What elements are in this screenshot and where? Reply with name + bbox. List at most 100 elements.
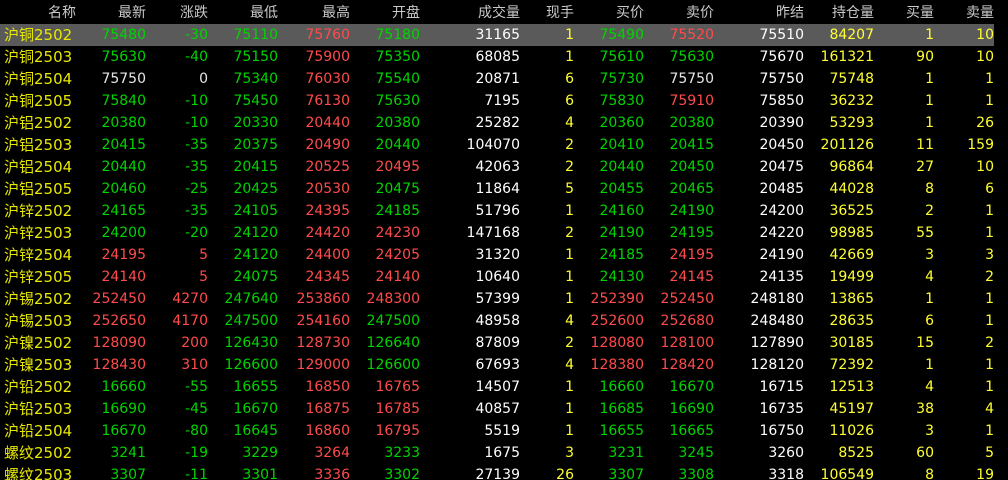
col-header-change[interactable]: 涨跌 — [150, 0, 208, 24]
table-body: 沪铜2502 75480 -30 75110 75760 75180 31165 1 75490… — [0, 24, 1008, 480]
col-header-high[interactable]: 最高 — [278, 0, 350, 24]
high-cell: 24345 — [305, 269, 350, 285]
change-cell: -11 — [185, 467, 208, 480]
open-cell: 16795 — [375, 423, 420, 439]
col-header-low[interactable]: 最低 — [210, 0, 278, 24]
table-row[interactable]: 沪铝2502 20380 -10 20330 20440 20380 25282 4 20360… — [0, 112, 1008, 134]
open-cell: 3233 — [384, 445, 420, 461]
table-row[interactable]: 沪铝2504 20440 -35 20415 20525 20495 42063 2 20440… — [0, 156, 1008, 178]
table-row[interactable]: 螺纹2503 3307 -11 3301 3336 3302 27139 26 3307 3308… — [0, 464, 1008, 480]
volume-cell: 14507 — [475, 379, 520, 395]
open-interest-cell: 201126 — [820, 137, 874, 153]
ask-qty-cell: 10 — [976, 49, 994, 65]
current-lot-cell: 1 — [565, 379, 574, 395]
open-cell: 24185 — [375, 203, 420, 219]
col-header-bid[interactable]: 买价 — [576, 0, 644, 24]
table-row[interactable]: 沪锌2502 24165 -35 24105 24395 24185 51796 1 24160… — [0, 200, 1008, 222]
change-cell: 4170 — [172, 313, 208, 329]
open-cell: 248300 — [366, 291, 420, 307]
ask-cell: 24190 — [669, 203, 714, 219]
ask-qty-cell: 1 — [985, 423, 994, 439]
current-lot-cell: 1 — [565, 423, 574, 439]
col-header-current-lot[interactable]: 现手 — [522, 0, 574, 24]
col-header-open-interest[interactable]: 持仓量 — [804, 0, 874, 24]
ask-qty-cell: 1 — [985, 225, 994, 241]
table-row[interactable]: 沪铅2502 16660 -55 16655 16850 16765 14507 1 16660… — [0, 376, 1008, 398]
current-lot-cell: 1 — [565, 247, 574, 263]
open-cell: 75180 — [375, 27, 420, 43]
high-cell: 75760 — [305, 27, 350, 43]
table-row[interactable]: 沪铝2505 20460 -25 20425 20530 20475 11864 5 20455… — [0, 178, 1008, 200]
prev-settle-cell: 127890 — [750, 335, 804, 351]
high-cell: 76130 — [305, 93, 350, 109]
high-cell: 128730 — [296, 335, 350, 351]
bid-qty-cell: 3 — [925, 423, 934, 439]
table-row[interactable]: 沪铅2504 16670 -80 16645 16860 16795 5519 1 16655 1… — [0, 420, 1008, 442]
prev-settle-cell: 128120 — [750, 357, 804, 373]
bid-qty-cell: 6 — [925, 313, 934, 329]
col-header-volume[interactable]: 成交量 — [420, 0, 520, 24]
ask-cell: 3245 — [678, 445, 714, 461]
open-cell: 20440 — [375, 137, 420, 153]
ask-qty-cell: 3 — [985, 247, 994, 263]
high-cell: 24400 — [305, 247, 350, 263]
table-row[interactable]: 沪镍2503 128430 310 126600 129000 126600 67693 4 1… — [0, 354, 1008, 376]
open-interest-cell: 44028 — [829, 181, 874, 197]
high-cell: 3336 — [314, 467, 350, 480]
col-header-last[interactable]: 最新 — [70, 0, 146, 24]
open-interest-cell: 28635 — [829, 313, 874, 329]
ask-qty-cell: 19 — [976, 467, 994, 480]
bid-qty-cell: 1 — [925, 93, 934, 109]
scrollbar[interactable] — [994, 24, 1008, 480]
bid-qty-cell: 38 — [916, 401, 934, 417]
bid-cell: 75730 — [599, 71, 644, 87]
change-cell: -40 — [185, 49, 208, 65]
col-header-prev-settle[interactable]: 昨结 — [714, 0, 804, 24]
bid-cell: 128380 — [590, 357, 644, 373]
ask-qty-cell: 1 — [985, 203, 994, 219]
last-price-cell: 24140 — [101, 269, 146, 285]
table-row[interactable]: 沪铜2505 75840 -10 75450 76130 75630 7195 6 75830 7… — [0, 90, 1008, 112]
open-cell: 16765 — [375, 379, 420, 395]
col-header-ask[interactable]: 卖价 — [644, 0, 714, 24]
bid-cell: 16660 — [599, 379, 644, 395]
table-row[interactable]: 沪铜2502 75480 -30 75110 75760 75180 31165 1 75490… — [0, 24, 1008, 46]
col-header-ask-qty[interactable]: 卖量 — [934, 0, 994, 24]
col-header-open[interactable]: 开盘 — [350, 0, 420, 24]
table-row[interactable]: 沪铝2503 20415 -35 20375 20490 20440 104070 2 2041… — [0, 134, 1008, 156]
open-interest-cell: 13865 — [829, 291, 874, 307]
bid-cell: 20410 — [599, 137, 644, 153]
open-cell: 75630 — [375, 93, 420, 109]
ask-qty-cell: 10 — [976, 159, 994, 175]
open-cell: 247500 — [366, 313, 420, 329]
prev-settle-cell: 75510 — [759, 27, 804, 43]
prev-settle-cell: 75850 — [759, 93, 804, 109]
col-header-name[interactable]: 名称 — [0, 0, 76, 24]
table-row[interactable]: 沪锌2505 24140 5 24075 24345 24140 10640 1 24130 24… — [0, 266, 1008, 288]
table-row[interactable]: 沪镍2502 128090 200 126430 128730 126640 87809 2 1… — [0, 332, 1008, 354]
table-row[interactable]: 沪铜2503 75630 -40 75150 75900 75350 68085 1 75610… — [0, 46, 1008, 68]
table-row[interactable]: 沪锌2504 24195 5 24120 24400 24205 31320 1 24185 24… — [0, 244, 1008, 266]
open-cell: 24230 — [375, 225, 420, 241]
table-row[interactable]: 沪锡2503 252650 4170 247500 254160 247500 48958 4… — [0, 310, 1008, 332]
prev-settle-cell: 20485 — [759, 181, 804, 197]
quote-table: 名称 最新 涨跌 最低 最高 开盘 成交量 现手 买价 卖价 昨结 持仓量 买量… — [0, 0, 1008, 480]
open-interest-cell: 36525 — [829, 203, 874, 219]
table-row[interactable]: 沪锡2502 252450 4270 247640 253860 248300 57399 1… — [0, 288, 1008, 310]
bid-cell: 24160 — [599, 203, 644, 219]
bid-qty-cell: 4 — [925, 269, 934, 285]
ask-qty-cell: 1 — [985, 357, 994, 373]
table-row[interactable]: 螺纹2502 3241 -19 3229 3264 3233 1675 3 3231 3245 32… — [0, 442, 1008, 464]
open-interest-cell: 75748 — [829, 71, 874, 87]
ask-qty-cell: 6 — [985, 181, 994, 197]
table-row[interactable]: 沪锌2503 24200 -20 24120 24420 24230 147168 2 2419… — [0, 222, 1008, 244]
table-row[interactable]: 沪铜2504 75750 0 75340 76030 75540 20871 6 75730 75… — [0, 68, 1008, 90]
bid-cell: 16655 — [599, 423, 644, 439]
open-interest-cell: 30185 — [829, 335, 874, 351]
table-row[interactable]: 沪铅2503 16690 -45 16670 16875 16785 40857 1 16685… — [0, 398, 1008, 420]
volume-cell: 48958 — [475, 313, 520, 329]
col-header-bid-qty[interactable]: 买量 — [874, 0, 934, 24]
current-lot-cell: 6 — [565, 71, 574, 87]
last-price-cell: 20415 — [101, 137, 146, 153]
change-cell: -25 — [185, 181, 208, 197]
